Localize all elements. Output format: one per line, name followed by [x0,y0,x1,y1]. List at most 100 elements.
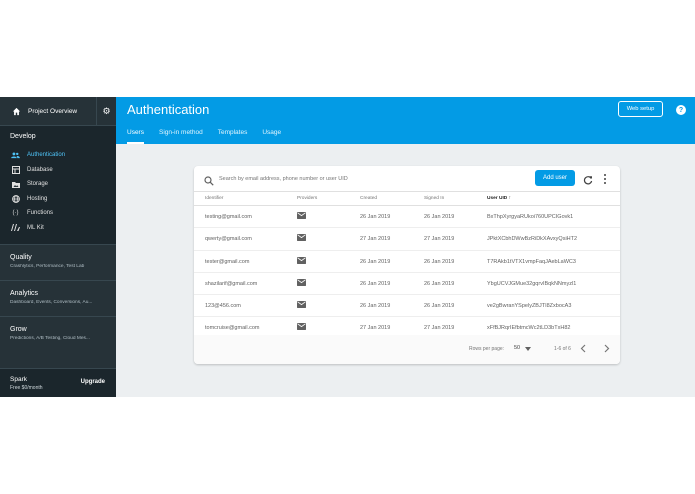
sidebar-section-quality[interactable]: Quality Crashlytics, Performance, Test L… [0,244,116,280]
tab-bar: Users Sign-in method Templates Usage [127,129,296,144]
sidebar-item-label: Database [27,166,53,173]
mail-icon [297,323,306,331]
section-title: Grow [10,326,27,333]
mail-icon [297,256,306,264]
web-setup-button[interactable]: Web setup [618,101,663,117]
sidebar-item-label: Authentication [27,152,66,159]
table-row[interactable]: tester@gmail.com 26 Jan 2019 26 Jan 2019… [194,251,620,273]
cell-user-uid: YbgUCVJGMue32gqrvIBqkNNmyzl1 [487,280,577,287]
project-overview-bar[interactable]: Project Overview ⚙ [0,97,116,126]
column-header-signed-in[interactable]: Signed In [424,196,444,201]
sidebar-item-hosting[interactable]: Hosting [0,192,116,207]
plan-panel: Spark Free $0/month Upgrade [0,368,116,397]
sidebar-item-storage[interactable]: Storage [0,177,116,192]
develop-section: Develop Authentication Database Storage … [0,126,116,244]
sidebar-section-analytics[interactable]: Analytics Dashboard, Events, Conversions… [0,280,116,316]
section-subtitle: Crashlytics, Performance, Test Lab [10,264,85,269]
cell-identifier: shazilarif@gmail.com [205,280,258,287]
table-body: testing@gmail.com 26 Jan 2019 26 Jan 201… [194,206,620,340]
column-header-label: User UID [487,196,508,201]
search-row: Add user [194,166,620,191]
chevron-right-icon[interactable] [604,344,610,353]
users-card: Add user Identifier Providers Created Si… [194,166,620,364]
cell-signed-in: 26 Jan 2019 [424,303,455,310]
page-title: Authentication [127,102,210,117]
cell-created: 26 Jan 2019 [360,214,391,220]
section-title: Quality [10,254,32,261]
home-icon [10,105,22,117]
cell-signed-in: 26 Jan 2019 [424,280,455,287]
search-icon [204,173,214,186]
cell-signed-in: 26 Jan 2019 [424,214,455,220]
cell-created: 27 Jan 2019 [360,236,391,243]
sidebar-item-label: Storage [27,181,49,188]
rows-per-page-label: Rows per page: [469,346,505,352]
tab-usage[interactable]: Usage [262,129,281,144]
tab-users[interactable]: Users [127,129,144,144]
section-subtitle: Predictions, A/B Testing, Cloud Mes... [10,336,90,341]
table-row[interactable]: 123@456.com 26 Jan 2019 26 Jan 2019 ve2g… [194,295,620,318]
plan-price: Free $0/month [10,385,43,391]
mail-icon [297,278,306,286]
cell-created: 26 Jan 2019 [360,258,391,265]
page-header: Authentication Web setup ? Users Sign-in… [116,97,695,144]
cell-created: 27 Jan 2019 [360,325,391,332]
table-header: Identifier Providers Created Signed In U… [194,191,620,206]
column-header-user-uid[interactable]: User UID ↑ [487,196,511,201]
cell-user-uid: BxThpXyrgyaRUkoi760UPCIGovk1 [487,214,574,220]
project-overview-label[interactable]: Project Overview [28,108,77,115]
mail-icon [297,234,306,242]
section-subtitle: Dashboard, Events, Conversions, Au... [10,300,93,305]
help-icon[interactable]: ? [676,105,686,115]
page-range: 1-6 of 6 [554,346,571,352]
cell-signed-in: 27 Jan 2019 [424,325,455,332]
table-row[interactable]: shazilarif@gmail.com 26 Jan 2019 26 Jan … [194,273,620,296]
mlkit-icon [11,223,20,232]
cell-created: 26 Jan 2019 [360,280,391,287]
cell-identifier: 123@456.com [205,303,241,310]
sidebar-item-label: Functions [27,210,54,217]
mail-icon [297,301,306,309]
chevron-left-icon[interactable] [580,344,586,353]
sidebar-item-mlkit[interactable]: ML Kit [0,221,116,236]
tab-templates[interactable]: Templates [218,129,248,144]
sidebar-item-label: ML Kit [27,224,44,231]
column-header-identifier[interactable]: Identifier [205,196,223,201]
table-row[interactable]: qwerty@gmail.com 27 Jan 2019 27 Jan 2019… [194,228,620,251]
cell-created: 26 Jan 2019 [360,303,391,310]
sidebar-item-database[interactable]: Database [0,163,116,178]
table-pagination: Rows per page: 50 1-6 of 6 [194,335,620,364]
cell-signed-in: 27 Jan 2019 [424,236,455,243]
cell-user-uid: xFfBJRqrIEfbtmcWc2tLD3bTxH82 [487,325,571,332]
column-header-created[interactable]: Created [360,196,377,201]
gear-icon[interactable]: ⚙ [96,97,116,126]
mail-icon [297,212,306,219]
storage-icon [11,180,20,189]
database-icon [11,165,20,174]
more-vert-icon[interactable] [602,172,608,184]
sort-arrow-icon: ↑ [508,196,512,201]
caret-down-icon[interactable] [525,347,531,351]
develop-heading: Develop [10,133,36,140]
rows-per-page-select[interactable]: 50 [514,345,520,351]
add-user-button[interactable]: Add user [535,170,575,186]
sidebar: Project Overview ⚙ Develop Authenticatio… [0,97,116,397]
sidebar-item-functions[interactable]: (·) Functions [0,206,116,221]
sidebar-item-authentication[interactable]: Authentication [0,148,116,163]
users-icon [11,151,20,160]
globe-icon [11,194,20,203]
sidebar-section-grow[interactable]: Grow Predictions, A/B Testing, Cloud Mes… [0,316,116,352]
cell-identifier: qwerty@gmail.com [205,236,252,243]
refresh-icon[interactable] [583,172,593,185]
cell-identifier: tomcruise@gmail.com [205,325,260,332]
sidebar-item-label: Hosting [27,195,48,202]
tab-sign-in-method[interactable]: Sign-in method [159,129,203,144]
functions-icon: (·) [12,210,19,217]
cell-signed-in: 26 Jan 2019 [424,258,455,265]
table-row[interactable]: testing@gmail.com 26 Jan 2019 26 Jan 201… [194,206,620,229]
cell-identifier: tester@gmail.com [205,258,250,265]
section-title: Analytics [10,290,39,297]
search-input[interactable] [219,173,519,184]
upgrade-button[interactable]: Upgrade [81,379,105,385]
cell-identifier: testing@gmail.com [205,214,252,220]
